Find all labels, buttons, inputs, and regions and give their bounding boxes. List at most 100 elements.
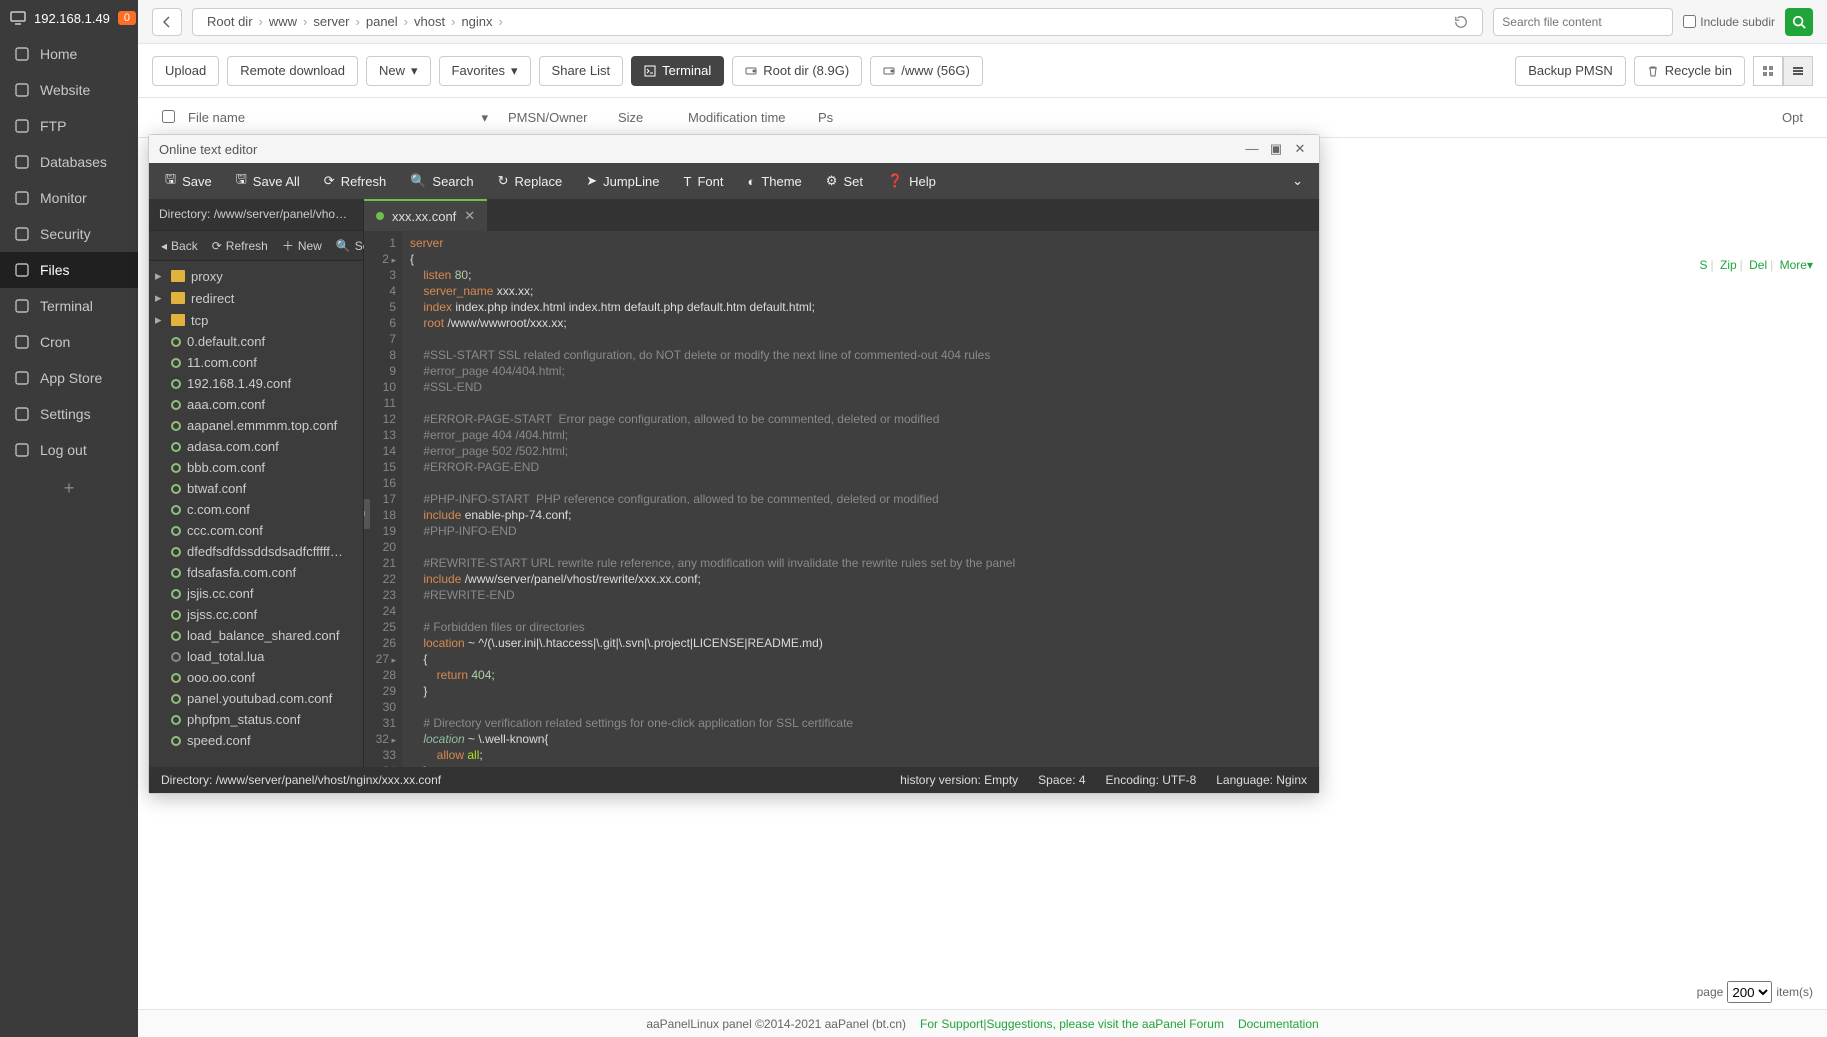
tree-file[interactable]: phpfpm_status.conf xyxy=(149,709,363,730)
sidebar-item-terminal[interactable]: Terminal xyxy=(0,288,138,324)
editor-search[interactable]: 🔍Search xyxy=(398,163,485,199)
crumb-panel[interactable]: panel xyxy=(360,14,404,29)
tree-folder-redirect[interactable]: ▸redirect xyxy=(149,287,363,309)
minimize-button[interactable]: — xyxy=(1243,141,1261,157)
explorer-collapse-handle[interactable]: ◂ xyxy=(364,499,370,529)
remote-download-button[interactable]: Remote download xyxy=(227,56,358,86)
tree-folder-proxy[interactable]: ▸proxy xyxy=(149,265,363,287)
editor-theme[interactable]: ◐Theme xyxy=(735,163,813,199)
status-encoding[interactable]: Encoding: UTF-8 xyxy=(1106,773,1197,787)
col-filename[interactable]: File name ▾ xyxy=(178,110,498,126)
list-view-button[interactable] xyxy=(1783,56,1813,86)
footer-docs-link[interactable]: Documentation xyxy=(1238,1017,1319,1031)
select-all-checkbox[interactable] xyxy=(162,110,175,123)
sidebar-item-monitor[interactable]: Monitor xyxy=(0,180,138,216)
sidebar-item-website[interactable]: Website xyxy=(0,72,138,108)
upload-button[interactable]: Upload xyxy=(152,56,219,86)
tree-file[interactable]: jsjss.cc.conf xyxy=(149,604,363,625)
tree-file[interactable]: 11.com.conf xyxy=(149,352,363,373)
sidebar-item-security[interactable]: Security xyxy=(0,216,138,252)
sidebar-add[interactable]: + xyxy=(0,468,138,509)
terminal-button[interactable]: Terminal xyxy=(631,56,724,86)
tree-file[interactable]: panel.youtubad.com.conf xyxy=(149,688,363,709)
status-history[interactable]: history version: Empty xyxy=(900,773,1018,787)
www-dir-button[interactable]: /www (56G) xyxy=(870,56,983,86)
maximize-button[interactable]: ▣ xyxy=(1267,141,1285,157)
code-content[interactable]: server{ listen 80; server_name xxx.xx; i… xyxy=(402,231,1319,767)
notif-badge[interactable]: 0 xyxy=(118,11,136,25)
tree-file[interactable]: c.com.conf xyxy=(149,499,363,520)
sidebar-item-log-out[interactable]: Log out xyxy=(0,432,138,468)
tree-file[interactable]: aaa.com.conf xyxy=(149,394,363,415)
reload-icon[interactable] xyxy=(1448,15,1474,29)
sidebar-item-app-store[interactable]: App Store xyxy=(0,360,138,396)
editor-help[interactable]: ❓Help xyxy=(875,163,948,199)
action-del[interactable]: Del xyxy=(1749,258,1767,272)
tree-file[interactable]: 0.default.conf xyxy=(149,331,363,352)
editor-save-all[interactable]: 🖫Save All xyxy=(224,163,312,199)
file-search[interactable] xyxy=(1493,8,1673,36)
tree-folder-tcp[interactable]: ▸tcp xyxy=(149,309,363,331)
tree-file[interactable]: adasa.com.conf xyxy=(149,436,363,457)
editor-code-area[interactable]: ◂ 12345678910111213141516171819202122232… xyxy=(364,231,1319,767)
action-zip[interactable]: Zip xyxy=(1720,258,1737,272)
crumb-www[interactable]: www xyxy=(263,14,303,29)
tree-file[interactable]: 192.168.1.49.conf xyxy=(149,373,363,394)
close-button[interactable]: ✕ xyxy=(1291,141,1309,157)
editor-font[interactable]: TFont xyxy=(672,163,736,199)
editor-save[interactable]: 🖫Save xyxy=(153,163,224,199)
tree-file[interactable]: btwaf.conf xyxy=(149,478,363,499)
sidebar-item-databases[interactable]: Databases xyxy=(0,144,138,180)
status-language[interactable]: Language: Nginx xyxy=(1216,773,1307,787)
tree-file[interactable]: load_total.lua xyxy=(149,646,363,667)
col-size[interactable]: Size xyxy=(608,110,678,125)
tree-file[interactable]: ccc.com.conf xyxy=(149,520,363,541)
sidebar-item-home[interactable]: Home xyxy=(0,36,138,72)
tree-file[interactable]: jsjis.cc.conf xyxy=(149,583,363,604)
editor-replace[interactable]: ↻Replace xyxy=(486,163,575,199)
file-search-input[interactable] xyxy=(1502,15,1664,29)
new-button[interactable]: New ▾ xyxy=(366,56,431,86)
editor-titlebar[interactable]: Online text editor — ▣ ✕ xyxy=(149,135,1319,163)
sidebar-item-cron[interactable]: Cron xyxy=(0,324,138,360)
tree-file[interactable]: load_balance_shared.conf xyxy=(149,625,363,646)
per-page-select[interactable]: 200 xyxy=(1727,981,1772,1003)
root-dir-button[interactable]: Root dir (8.9G) xyxy=(732,56,862,86)
path-back-button[interactable] xyxy=(152,8,182,36)
sidebar-item-settings[interactable]: Settings xyxy=(0,396,138,432)
editor-tab-active[interactable]: xxx.xx.conf ✕ xyxy=(364,199,487,231)
editor-refresh[interactable]: ⟳Refresh xyxy=(312,163,398,199)
crumb-vhost[interactable]: vhost xyxy=(408,14,451,29)
col-ps[interactable]: Ps xyxy=(808,110,1128,125)
action-more[interactable]: More xyxy=(1780,258,1807,272)
crumb-nginx[interactable]: nginx xyxy=(455,14,498,29)
col-pmsn[interactable]: PMSN/Owner xyxy=(498,110,608,125)
footer-support-link[interactable]: For Support|Suggestions, please visit th… xyxy=(920,1017,1224,1031)
action-s[interactable]: S xyxy=(1700,258,1708,272)
editor-jumpline[interactable]: ➤JumpLine xyxy=(574,163,671,199)
share-list-button[interactable]: Share List xyxy=(539,56,624,86)
tree-file[interactable]: fdsafasfa.com.conf xyxy=(149,562,363,583)
explorer-new[interactable]: ＋New xyxy=(276,237,328,254)
tree-file[interactable]: bbb.com.conf xyxy=(149,457,363,478)
col-modtime[interactable]: Modification time xyxy=(678,110,808,125)
search-button[interactable] xyxy=(1785,8,1813,36)
recycle-bin-button[interactable]: Recycle bin xyxy=(1634,56,1745,86)
favorites-button[interactable]: Favorites ▾ xyxy=(439,56,531,86)
tree-file[interactable]: aapanel.emmmm.top.conf xyxy=(149,415,363,436)
status-space[interactable]: Space: 4 xyxy=(1038,773,1085,787)
editor-collapse-toolbar[interactable]: ⌄ xyxy=(1280,173,1315,189)
include-subdir-checkbox[interactable] xyxy=(1683,15,1696,28)
explorer-back[interactable]: ◂Back xyxy=(155,239,204,253)
tree-file[interactable]: ooo.oo.conf xyxy=(149,667,363,688)
backup-pmsn-button[interactable]: Backup PMSN xyxy=(1515,56,1626,86)
sidebar-item-ftp[interactable]: FTP xyxy=(0,108,138,144)
tree-file[interactable]: speed.conf xyxy=(149,730,363,751)
explorer-refresh[interactable]: ⟳Refresh xyxy=(206,239,274,253)
include-subdir[interactable]: Include subdir xyxy=(1683,15,1775,29)
crumb-server[interactable]: server xyxy=(307,14,355,29)
tree-file[interactable]: dfedfsdfdssddsdsadfcfffff… xyxy=(149,541,363,562)
editor-set[interactable]: ⚙Set xyxy=(814,163,875,199)
crumb-root-dir[interactable]: Root dir xyxy=(201,14,259,29)
tab-close-icon[interactable]: ✕ xyxy=(464,208,475,224)
